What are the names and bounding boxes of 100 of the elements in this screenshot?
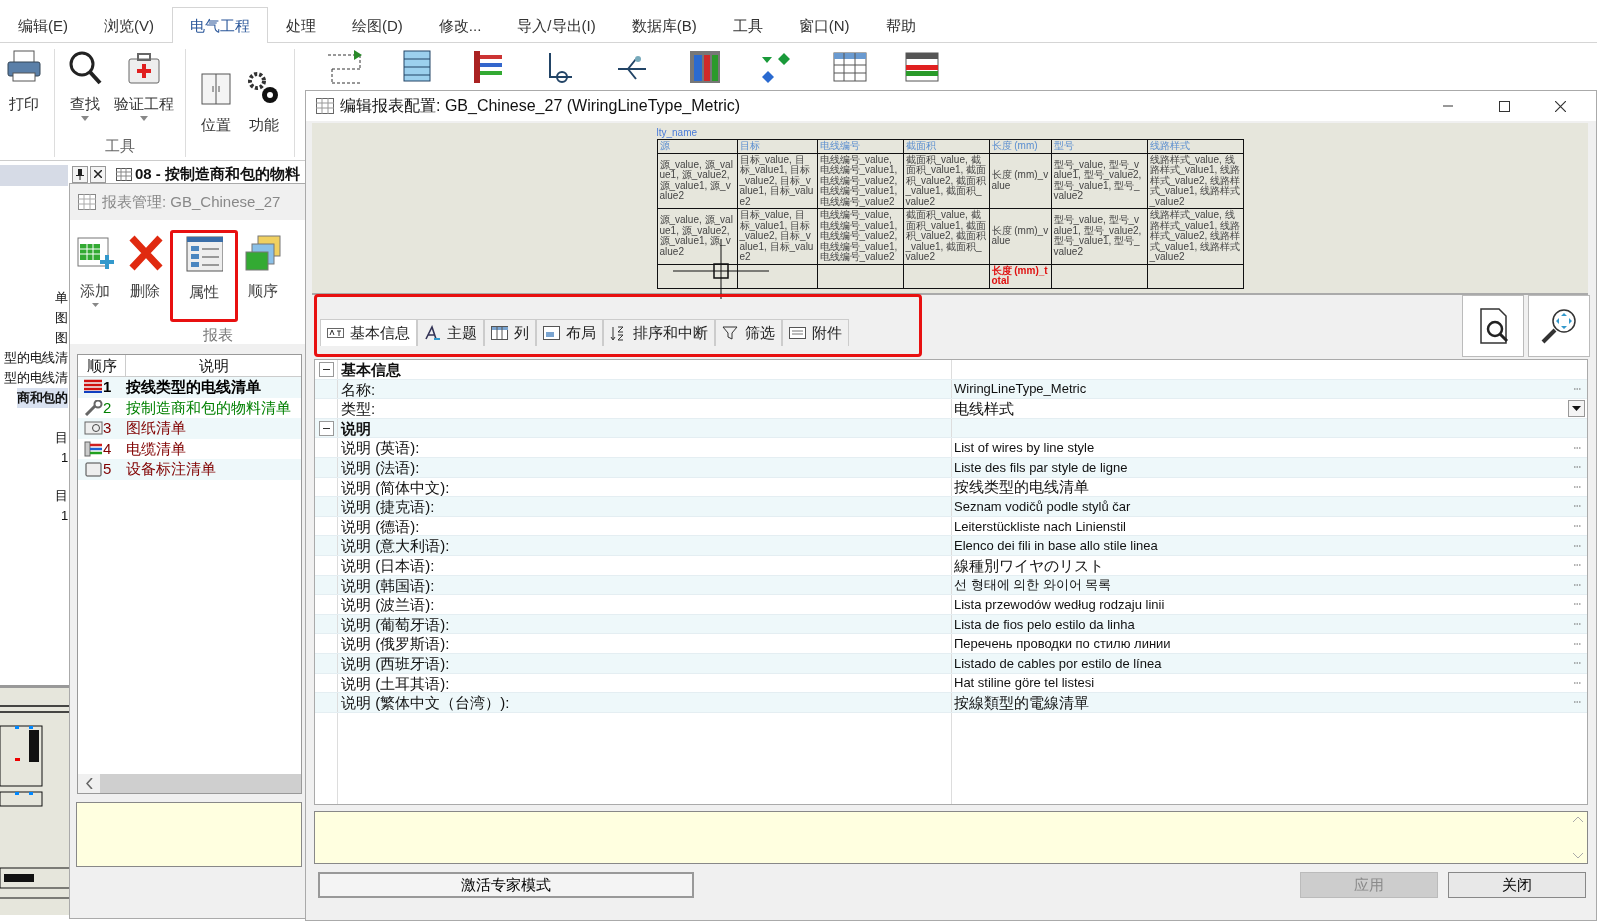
- toolbar-button[interactable]: 添加: [70, 230, 120, 316]
- ellipsis-icon: [1574, 505, 1581, 508]
- property-value[interactable]: Elenco dei fili in base allo stile linea: [954, 536, 1158, 556]
- property-value[interactable]: Seznam vodičů podle stylů čar: [954, 496, 1131, 516]
- property-label: 说明 (西班牙语):: [338, 653, 952, 673]
- menu-tab[interactable]: 绘图(D): [334, 7, 421, 42]
- property-value[interactable]: 線種別ワイヤのリスト: [954, 555, 1104, 575]
- property-value[interactable]: Hat stiline göre tel listesi: [954, 673, 1095, 693]
- ribbon-button[interactable]: 位置: [192, 69, 240, 137]
- table-cell: 目标_value, 目标_value1, 目标_value2, 目标_value1, 目标_value2: [737, 153, 817, 209]
- table-cell: 电线编号_value, 电线编号_value1, 电线编号_value2, 电线编号_value1, 电线编号_value2: [817, 208, 903, 264]
- table-cell: 型号_value, 型号_value1, 型号_value2, 型号_value1, 型号_value2: [1051, 208, 1147, 264]
- property-value[interactable]: 按線類型的電線清單: [954, 692, 1089, 712]
- tree-item[interactable]: 目: [55, 486, 68, 506]
- scroll-left-icon: [85, 778, 93, 789]
- close-button[interactable]: [90, 165, 106, 183]
- property-label: 说明 (葡萄牙语):: [338, 614, 952, 634]
- menu-tab[interactable]: 浏览(V): [86, 7, 172, 42]
- table-icon: [116, 167, 132, 181]
- dropdown-button[interactable]: [1568, 400, 1585, 417]
- menu-tab[interactable]: 数据库(B): [613, 7, 715, 42]
- list-item[interactable]: 设备标注清单: [126, 458, 216, 481]
- table-cell: 目标_value, 目标_value1, 目标_value2, 目标_value1, 目标_value2: [737, 208, 817, 264]
- tab[interactable]: 布局: [536, 318, 603, 346]
- column-header[interactable]: 顺序: [78, 355, 126, 376]
- menu-tab[interactable]: 帮助: [867, 7, 934, 42]
- property-label: 说明 (法语):: [338, 457, 952, 477]
- column-header[interactable]: 说明: [126, 355, 301, 376]
- menu-tab[interactable]: 编辑(E): [0, 7, 86, 42]
- property-value[interactable]: Lista przewodów według rodzaju linii: [954, 594, 1165, 614]
- toolbar-button[interactable]: 属性: [170, 230, 238, 322]
- list-item[interactable]: 图纸清单: [126, 417, 186, 440]
- ellipsis-icon: [1574, 701, 1581, 704]
- menu-tab[interactable]: 处理: [268, 7, 334, 42]
- tree-item[interactable]: 单: [55, 288, 68, 308]
- group-label: 工具: [105, 135, 135, 156]
- tab[interactable]: 筛选: [715, 318, 782, 346]
- tree-item[interactable]: 1: [60, 506, 68, 526]
- tree-item[interactable]: 图: [55, 308, 68, 328]
- cable-icon: [84, 440, 103, 457]
- ribbon-button[interactable]: 查找: [61, 49, 109, 121]
- ellipsis-icon: [1574, 544, 1581, 547]
- list-item[interactable]: 电缆清单: [126, 437, 186, 460]
- tree-item[interactable]: 1: [60, 448, 68, 468]
- table-header: 型号: [1051, 139, 1147, 153]
- dialog-button[interactable]: 关闭: [1448, 872, 1586, 898]
- property-value[interactable]: 按线类型的电线清单: [954, 477, 1089, 497]
- table-icon: [316, 98, 334, 114]
- tree-item[interactable]: 型的电线清: [4, 368, 68, 388]
- property-label: 说明 (韩国语):: [338, 575, 952, 595]
- scroll-up-icon: [1573, 816, 1583, 822]
- ribbon-button[interactable]: 验证工程: [109, 49, 179, 121]
- tree-item[interactable]: 图: [55, 328, 68, 348]
- scrollbar[interactable]: [78, 774, 301, 793]
- zoom-extents-icon: [1539, 306, 1579, 346]
- document-tab[interactable]: 08 - 按制造商和包的物料: [135, 162, 300, 186]
- panel-header: [0, 165, 68, 186]
- menu-tab[interactable]: 导入/导出(I): [499, 7, 614, 42]
- row-number: 3: [103, 418, 112, 438]
- toolbar-button[interactable]: 删除: [120, 230, 170, 316]
- tree-item[interactable]: 目: [55, 428, 68, 448]
- menu-tab[interactable]: 窗口(N): [780, 7, 868, 42]
- pin-button[interactable]: [72, 165, 88, 183]
- table-cell: 型号_value, 型号_value1, 型号_value2, 型号_value1, 型号_value2: [1051, 153, 1147, 209]
- attachment-icon: [789, 324, 806, 341]
- property-value[interactable]: WiringLineType_Metric: [954, 379, 1087, 399]
- property-value[interactable]: List of wires by line style: [954, 438, 1095, 458]
- list-item[interactable]: 按线类型的电线清单: [126, 376, 261, 399]
- ellipsis-icon: [1574, 583, 1581, 586]
- zoom-extents-button[interactable]: [1528, 295, 1590, 357]
- property-value[interactable]: Lista de fios pelo estilo da linha: [954, 614, 1135, 634]
- toggle-button[interactable]: [318, 361, 334, 377]
- menu-tab[interactable]: 电气工程: [172, 7, 268, 43]
- property-value[interactable]: Перечень проводки по стилю линии: [954, 634, 1171, 654]
- tab[interactable]: 列: [484, 318, 536, 346]
- list-item[interactable]: 按制造商和包的物料清单: [126, 396, 291, 419]
- tab[interactable]: 附件: [782, 318, 849, 346]
- tab[interactable]: 排序和中断: [603, 318, 715, 346]
- tree-item[interactable]: 型的电线清: [4, 348, 68, 368]
- table-cell: 电线编号_value, 电线编号_value1, 电线编号_value2, 电线编号_value1, 电线编号_value2: [817, 153, 903, 209]
- expert-mode-button[interactable]: 激活专家模式: [318, 872, 694, 898]
- property-value[interactable]: 电线样式: [954, 399, 1014, 418]
- window-title: 编辑报表配置: GB_Chinese_27 (WiringLineType_Metric): [340, 96, 741, 116]
- property-label: 说明 (意大利语):: [338, 536, 952, 555]
- ribbon-button[interactable]: 打印: [0, 49, 48, 116]
- group-label: 报表: [203, 325, 233, 345]
- print-preview-button[interactable]: [1462, 295, 1524, 357]
- tab[interactable]: 基本信息: [320, 318, 417, 346]
- tab[interactable]: 主题: [417, 318, 484, 346]
- menu-tab[interactable]: 修改...: [420, 7, 500, 42]
- property-value[interactable]: Liste des fils par style de ligne: [954, 457, 1128, 477]
- property-value[interactable]: 선 형태에 의한 와이어 목록: [954, 575, 1112, 595]
- menu-tab[interactable]: 工具: [714, 7, 781, 42]
- tree-item[interactable]: 商和包的: [16, 388, 68, 408]
- property-value[interactable]: Listado de cables por estilo de línea: [954, 653, 1162, 673]
- ribbon-button[interactable]: 功能: [240, 69, 288, 137]
- toolbar-button[interactable]: 顺序: [238, 230, 288, 316]
- group-header: 基本信息: [338, 360, 952, 379]
- property-value[interactable]: Leiterstückliste nach Linienstil: [954, 516, 1126, 536]
- toggle-button[interactable]: [318, 420, 334, 436]
